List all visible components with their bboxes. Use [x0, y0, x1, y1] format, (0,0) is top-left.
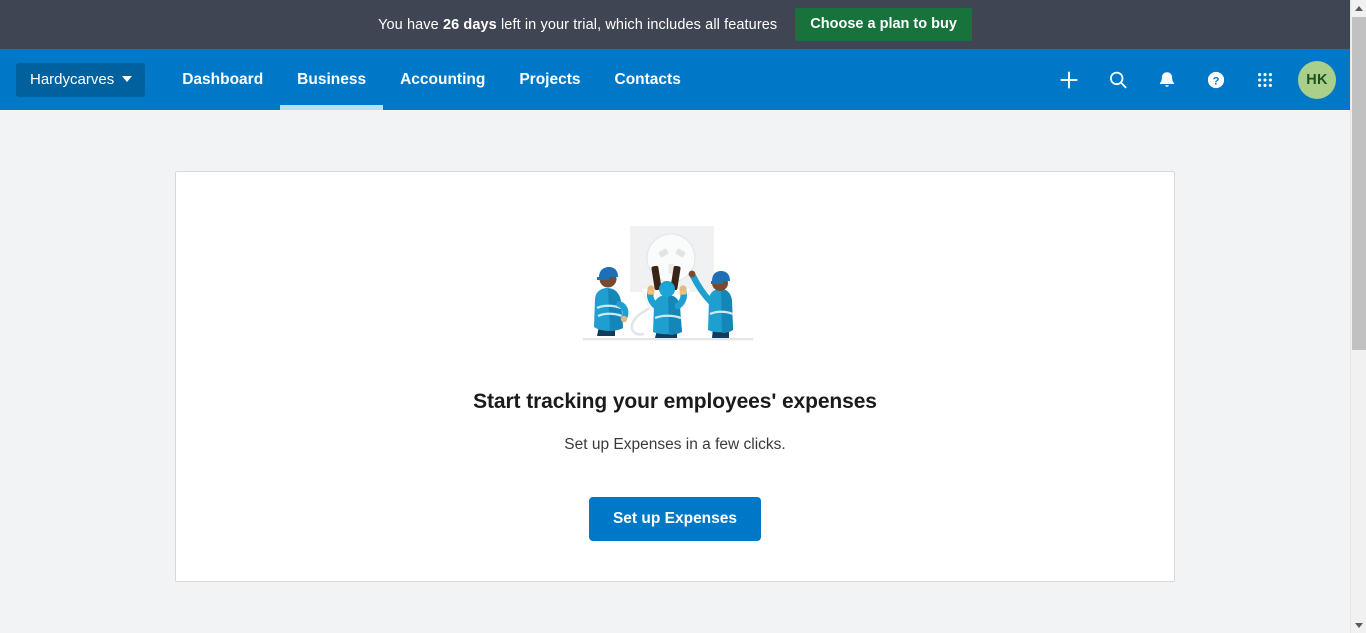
- scroll-down-arrow[interactable]: [1351, 617, 1366, 633]
- help-button[interactable]: ?: [1194, 58, 1238, 102]
- scrollbar-thumb[interactable]: [1352, 17, 1366, 350]
- apps-grid-icon: [1258, 72, 1272, 87]
- set-up-expenses-button[interactable]: Set up Expenses: [588, 497, 762, 541]
- triangle-down-icon: [1354, 622, 1363, 628]
- nav-item-business-label: Business: [297, 70, 367, 88]
- trial-text-before: You have: [378, 16, 443, 33]
- apps-launcher-button[interactable]: [1243, 58, 1287, 102]
- trial-days-remaining: 26 days: [442, 16, 497, 33]
- trial-banner: You have 26 days left in your trial, whi…: [0, 0, 1350, 49]
- notifications-bell-icon: [1159, 71, 1175, 87]
- search-button[interactable]: [1096, 58, 1140, 102]
- illustration-graphic: [583, 226, 753, 341]
- nav-links: Dashboard Business Accounting Projects C…: [165, 49, 698, 110]
- help-icon: ?: [1207, 71, 1225, 88]
- notifications-button[interactable]: [1145, 58, 1189, 102]
- main-navigation-bar: Hardycarves Dashboard Business Accountin…: [0, 49, 1350, 110]
- expenses-empty-state-card: Start tracking your employees' expenses …: [175, 171, 1175, 582]
- nav-item-accounting-label: Accounting: [400, 70, 486, 88]
- svg-text:?: ?: [1213, 75, 1220, 87]
- main-content: Start tracking your employees' expenses …: [0, 110, 1350, 582]
- trial-banner-text: You have 26 days left in your trial, whi…: [378, 17, 777, 33]
- create-new-button[interactable]: [1047, 58, 1091, 102]
- trial-text-after: left in your trial, which includes all f…: [496, 16, 778, 33]
- nav-item-dashboard-label: Dashboard: [182, 70, 264, 88]
- left-worker-figure: [594, 267, 629, 336]
- page-subtitle: Set up Expenses in a few clicks.: [564, 436, 786, 453]
- choose-plan-button[interactable]: Choose a plan to buy: [795, 8, 972, 41]
- chevron-down-icon: [122, 76, 133, 82]
- browser-viewport: You have 26 days left in your trial, whi…: [0, 0, 1366, 633]
- avatar[interactable]: HK: [1298, 60, 1336, 99]
- organisation-name: Hardycarves: [30, 70, 115, 88]
- triangle-up-icon: [1354, 5, 1363, 11]
- nav-item-contacts-label: Contacts: [614, 70, 681, 88]
- search-icon: [1109, 71, 1127, 88]
- nav-item-contacts[interactable]: Contacts: [598, 49, 698, 110]
- plus-icon: [1060, 70, 1078, 89]
- scroll-up-arrow[interactable]: [1351, 0, 1366, 16]
- nav-item-dashboard[interactable]: Dashboard: [165, 49, 280, 110]
- organisation-switcher-button[interactable]: Hardycarves: [16, 62, 146, 97]
- nav-item-accounting[interactable]: Accounting: [383, 49, 502, 110]
- nav-actions: ? HK: [1047, 49, 1350, 110]
- vertical-scrollbar[interactable]: [1350, 0, 1366, 633]
- nav-item-projects[interactable]: Projects: [502, 49, 597, 110]
- plug-and-socket-illustration: [575, 226, 775, 356]
- nav-item-business[interactable]: Business: [280, 49, 384, 110]
- nav-item-projects-label: Projects: [519, 70, 581, 88]
- page-title: Start tracking your employees' expenses: [473, 390, 877, 413]
- page-content: You have 26 days left in your trial, whi…: [0, 0, 1350, 633]
